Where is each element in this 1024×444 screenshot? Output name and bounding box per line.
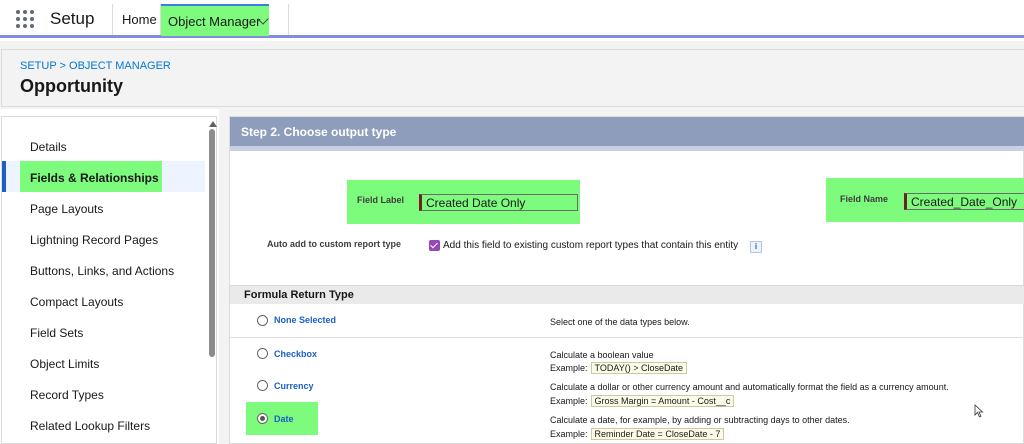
report-type-label: Auto add to custom report type bbox=[267, 239, 402, 249]
nav-tab-object-manager-label: Object Manager bbox=[168, 14, 261, 29]
sidebar-item-object-limits[interactable]: Object Limits bbox=[2, 347, 205, 378]
sidebar-item-label: Record Types bbox=[30, 388, 104, 402]
object-sidebar: Details Fields & Relationships Page Layo… bbox=[1, 116, 217, 444]
report-type-checkbox[interactable] bbox=[429, 240, 440, 251]
radio-checkbox[interactable] bbox=[257, 348, 268, 359]
example-label: Example: bbox=[550, 363, 588, 373]
app-launcher-icon[interactable] bbox=[16, 10, 34, 28]
global-nav: Setup Home Object Manager bbox=[0, 0, 1024, 38]
step-header: Step 2. Choose output type bbox=[230, 117, 1024, 146]
formula-wizard: Step 2. Choose output type Field Label F… bbox=[229, 116, 1024, 444]
type-desc-date: Calculate a date, for example, by adding… bbox=[550, 415, 850, 425]
sidebar-item-related-lookup-filters[interactable]: Related Lookup Filters bbox=[2, 409, 205, 440]
field-name-input[interactable] bbox=[904, 193, 1024, 210]
example-label: Example: bbox=[550, 429, 588, 439]
radio-date[interactable] bbox=[257, 413, 268, 424]
field-label-label: Field Label bbox=[357, 195, 405, 205]
type-desc-none-selected: Select one of the data types below. bbox=[550, 317, 690, 327]
app-name: Setup bbox=[50, 9, 95, 28]
sidebar-item-label: Lightning Record Pages bbox=[30, 233, 159, 247]
page-header: SETUP > OBJECT MANAGER Opportunity bbox=[1, 49, 1024, 107]
field-label-input[interactable] bbox=[419, 194, 578, 211]
nav-tab-object-manager[interactable]: Object Manager bbox=[161, 4, 269, 36]
sidebar-item-lightning-record-pages[interactable]: Lightning Record Pages bbox=[2, 223, 205, 254]
sidebar-item-fields-relationships[interactable]: Fields & Relationships bbox=[2, 161, 205, 192]
scrollbar-thumb[interactable] bbox=[209, 129, 215, 357]
sidebar-item-field-sets[interactable]: Field Sets bbox=[2, 316, 205, 347]
type-name-none-selected[interactable]: None Selected bbox=[274, 315, 336, 325]
formula-return-type-header: Formula Return Type bbox=[230, 285, 1024, 304]
sidebar-item-label: Compact Layouts bbox=[30, 295, 124, 309]
type-name-currency[interactable]: Currency bbox=[274, 381, 314, 391]
sidebar-item-label: Fields & Relationships bbox=[30, 171, 159, 185]
sidebar-item-label: Page Layouts bbox=[30, 202, 104, 216]
sidebar-item-details[interactable]: Details bbox=[2, 130, 205, 161]
sidebar-item-label: Object Limits bbox=[30, 357, 100, 371]
report-type-checkbox-text: Add this field to existing custom report… bbox=[443, 240, 739, 251]
example-code: Gross Margin = Amount - Cost__c bbox=[590, 395, 735, 407]
type-name-checkbox[interactable]: Checkbox bbox=[274, 349, 317, 359]
type-desc-checkbox: Calculate a boolean value bbox=[550, 350, 654, 360]
radio-currency[interactable] bbox=[257, 380, 268, 391]
type-name-date[interactable]: Date bbox=[274, 414, 294, 424]
scroll-up-arrow-icon[interactable] bbox=[209, 121, 217, 127]
nav-divider bbox=[288, 4, 289, 35]
sidebar-item-label: Details bbox=[30, 140, 67, 154]
type-example-checkbox: Example: TODAY() > CloseDate bbox=[550, 362, 687, 374]
info-icon[interactable]: i bbox=[750, 241, 762, 253]
row-divider bbox=[230, 337, 1024, 338]
type-example-date: Example: Reminder Date = CloseDate - 7 bbox=[550, 428, 725, 440]
nav-divider bbox=[112, 4, 113, 35]
sidebar-item-record-types[interactable]: Record Types bbox=[2, 378, 205, 409]
sidebar-item-compact-layouts[interactable]: Compact Layouts bbox=[2, 285, 205, 316]
type-desc-currency: Calculate a dollar or other currency amo… bbox=[550, 382, 949, 392]
sidebar-item-page-layouts[interactable]: Page Layouts bbox=[2, 192, 205, 223]
field-name-label: Field Name bbox=[840, 194, 889, 204]
sidebar-item-label: Related Lookup Filters bbox=[30, 419, 151, 433]
nav-tab-home[interactable]: Home bbox=[122, 12, 157, 27]
sidebar-scrollbar[interactable] bbox=[206, 117, 218, 444]
example-code: Reminder Date = CloseDate - 7 bbox=[590, 428, 725, 440]
example-label: Example: bbox=[550, 396, 588, 406]
step-header-underline bbox=[230, 146, 1024, 151]
sidebar-item-buttons-links-actions[interactable]: Buttons, Links, and Actions bbox=[2, 254, 205, 285]
example-code: TODAY() > CloseDate bbox=[590, 362, 687, 374]
mouse-cursor-icon bbox=[974, 404, 984, 418]
radio-none-selected[interactable] bbox=[257, 315, 268, 326]
sidebar-item-label: Field Sets bbox=[30, 326, 84, 340]
page-title: Opportunity bbox=[20, 76, 123, 96]
page-header-area: SETUP > OBJECT MANAGER Opportunity bbox=[0, 41, 1024, 109]
type-example-currency: Example: Gross Margin = Amount - Cost__c bbox=[550, 395, 735, 407]
sidebar-item-label: Buttons, Links, and Actions bbox=[30, 264, 175, 278]
breadcrumb[interactable]: SETUP > OBJECT MANAGER bbox=[20, 60, 171, 72]
